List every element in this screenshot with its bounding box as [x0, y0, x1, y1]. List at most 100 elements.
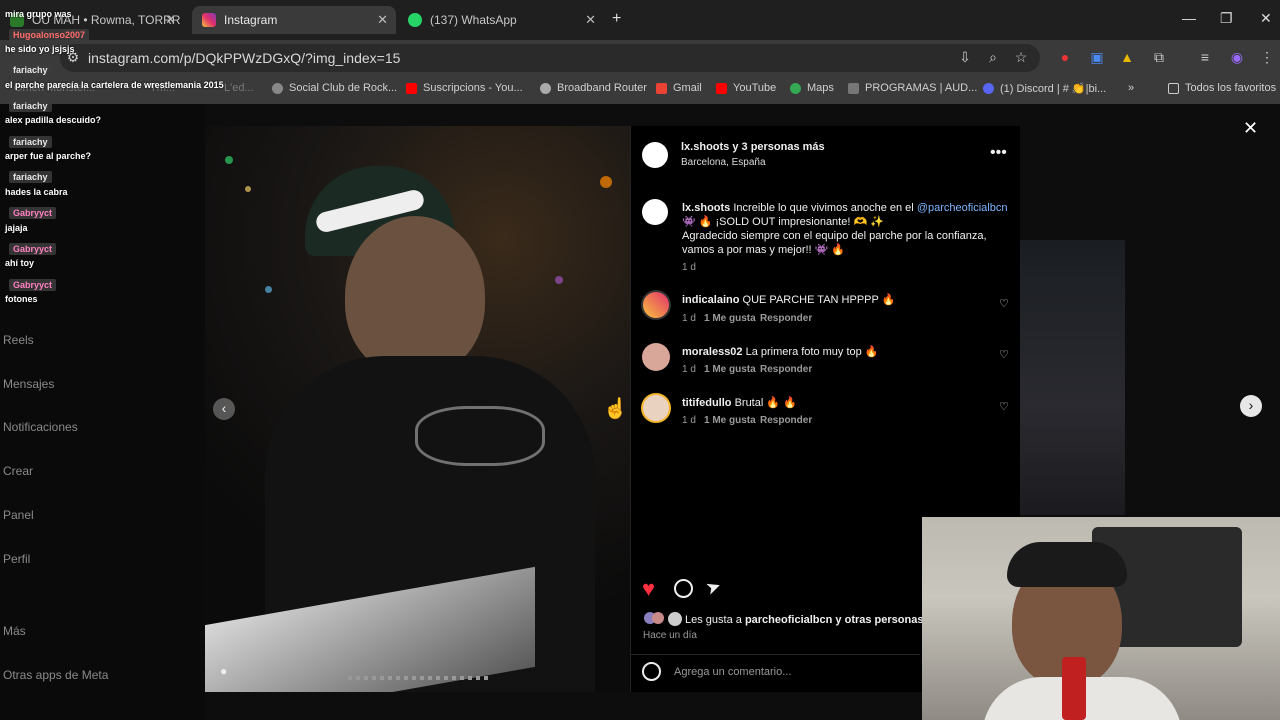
menu-icon[interactable]: ⋮ — [1258, 49, 1276, 67]
reply-button[interactable]: Responder — [760, 415, 812, 426]
post-photo[interactable] — [205, 126, 630, 692]
comment: indicalaino QUE PARCHE TAN HPPPP 🔥 — [682, 294, 896, 306]
emoji-icon[interactable] — [642, 662, 661, 681]
webcam-overlay — [922, 517, 1280, 720]
chevron-right-icon[interactable]: » — [1128, 82, 1134, 94]
new-tab-button[interactable]: + — [612, 10, 621, 28]
tab-whatsapp[interactable]: (137) WhatsApp ✕ — [398, 6, 604, 34]
likes-summary[interactable]: Les gusta a parcheoficialbcn y otras per… — [685, 613, 923, 627]
next-post-preview — [1020, 240, 1125, 515]
avatar[interactable] — [642, 199, 668, 225]
window-close-icon[interactable]: ✕ — [1260, 10, 1272, 27]
chat-message: fotones — [5, 294, 38, 304]
carousel-dots — [348, 676, 488, 680]
arrow-right-icon[interactable]: › — [1240, 395, 1262, 417]
chat-username: Gabryyct — [9, 207, 57, 219]
chat-message: ahí toy — [5, 258, 35, 268]
chat-message: el parche parecía la cartelera de wrestl… — [5, 80, 224, 90]
heart-icon[interactable]: ♡ — [999, 348, 1009, 361]
reply-button[interactable]: Responder — [760, 313, 812, 324]
caption-username[interactable]: lx.shoots — [682, 202, 730, 214]
nav-create[interactable]: Crear — [3, 464, 33, 478]
comment-icon[interactable] — [674, 579, 693, 598]
star-icon[interactable]: ☆ — [1012, 49, 1030, 67]
streamer-hair — [1007, 542, 1127, 587]
maximize-icon[interactable]: ❐ — [1220, 10, 1233, 27]
bookmark-item[interactable]: Broadband Router — [540, 82, 647, 94]
media-icon[interactable]: ≡ — [1196, 49, 1214, 67]
more-icon[interactable]: ••• — [990, 144, 1007, 162]
chat-message: mira grupo was — [5, 9, 72, 19]
bookmark-item[interactable]: Gmail — [656, 82, 702, 94]
url-text[interactable]: instagram.com/p/DQkPPWzDGxQ/?img_index=1… — [88, 50, 400, 66]
comment-likes[interactable]: 1 Me gusta — [704, 415, 756, 426]
extension-red-icon[interactable]: ● — [1056, 49, 1074, 67]
shirt-logo — [415, 406, 545, 466]
discord-icon — [983, 83, 994, 94]
comment-input[interactable]: Agrega un comentario... — [674, 666, 791, 678]
bookmark-item[interactable]: PROGRAMAS | AUD... — [848, 82, 977, 94]
nav-notifications[interactable]: Notificaciones — [3, 420, 78, 434]
globe-icon — [540, 82, 551, 94]
avatar[interactable] — [642, 142, 668, 168]
microphone — [1062, 657, 1086, 720]
bookmark-item[interactable]: L'ed... — [224, 82, 254, 94]
comment-time: 1 d — [682, 415, 696, 426]
nav-panel[interactable]: Panel — [3, 508, 34, 522]
heart-icon[interactable]: ♥ — [642, 576, 655, 602]
globe-icon — [272, 82, 283, 94]
extension-icon[interactable]: ⧉ — [1150, 49, 1168, 67]
nav-meta-apps[interactable]: Otras apps de Meta — [3, 668, 108, 682]
caption: lx.shoots Increible lo que vivimos anoch… — [682, 202, 1008, 256]
close-icon[interactable]: ✕ — [377, 12, 388, 28]
avatar — [668, 612, 682, 626]
close-icon[interactable]: ✕ — [1243, 118, 1258, 139]
comment-time: 1 d — [682, 364, 696, 375]
tab-label: Instagram — [224, 13, 278, 27]
translate-icon[interactable]: ▣ — [1088, 49, 1106, 67]
location[interactable]: Barcelona, España — [681, 157, 766, 168]
minimize-icon[interactable]: — — [1182, 10, 1196, 26]
extension-yellow-icon[interactable]: ▲ — [1118, 49, 1136, 67]
nav-profile[interactable]: Perfil — [3, 552, 30, 566]
close-icon[interactable]: ✕ — [585, 12, 596, 28]
youtube-icon — [406, 82, 417, 94]
tab-instagram[interactable]: Instagram ✕ — [192, 6, 396, 34]
bookmark-item[interactable]: Suscripcions - You... — [406, 82, 523, 94]
bookmark-item[interactable]: Maps — [790, 82, 834, 94]
chat-username: fariachy — [9, 171, 52, 183]
comment-likes[interactable]: 1 Me gusta — [704, 313, 756, 324]
nav-more[interactable]: Más — [3, 624, 26, 638]
divider — [630, 654, 920, 655]
gmail-icon — [656, 82, 667, 94]
nav-reels[interactable]: Reels — [3, 333, 34, 347]
whatsapp-icon — [408, 13, 422, 27]
bookmarks-folder[interactable]: Todos los favoritos — [1168, 82, 1276, 94]
arrow-left-icon[interactable]: ‹ — [213, 398, 235, 420]
avatar[interactable] — [641, 393, 671, 423]
mention-link[interactable]: @parcheoficialbcn — [917, 202, 1008, 214]
reply-button[interactable]: Responder — [760, 364, 812, 375]
face — [345, 216, 485, 376]
instagram-icon — [202, 13, 216, 27]
comment: moraless02 La primera foto muy top 🔥 — [682, 346, 879, 358]
avatar[interactable]: ◉ — [1228, 49, 1246, 67]
zoom-icon[interactable]: ⌕ — [984, 49, 1002, 67]
avatar — [652, 612, 664, 624]
bookmark-item[interactable]: YouTube — [716, 82, 776, 94]
avatar[interactable] — [642, 343, 670, 371]
nav-messages[interactable]: Mensajes — [3, 377, 54, 391]
close-icon[interactable]: ✕ — [165, 12, 176, 28]
comment-likes[interactable]: 1 Me gusta — [704, 364, 756, 375]
heart-icon[interactable]: ♡ — [999, 400, 1009, 413]
cursor-hand-icon: ☝ — [603, 398, 628, 420]
chat-message: arper fue al parche? — [5, 151, 92, 161]
install-icon[interactable]: ⇩ — [956, 49, 974, 67]
bookmark-item[interactable]: Social Club de Rock... — [272, 82, 397, 94]
heart-icon[interactable]: ♡ — [999, 297, 1009, 310]
header-username[interactable]: lx.shoots y 3 personas más — [681, 140, 825, 154]
tag-user-icon[interactable]: ● — [220, 664, 227, 678]
bookmark-item[interactable]: (1) Discord | # 👏|bi... — [983, 82, 1106, 95]
comment: titifedullo Brutal 🔥 🔥 — [682, 397, 797, 409]
avatar[interactable] — [641, 290, 671, 320]
